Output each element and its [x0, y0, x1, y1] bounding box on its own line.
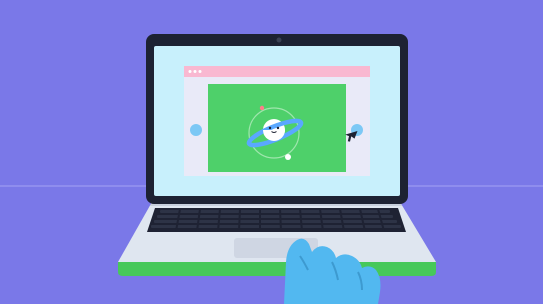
- illustration-scene: [0, 0, 543, 304]
- browser-toolbar: [184, 66, 370, 77]
- webcam-dot: [276, 37, 282, 43]
- illustration-svg: [0, 0, 543, 304]
- keyboard: [147, 208, 406, 232]
- carousel-prev-button[interactable]: [190, 124, 202, 136]
